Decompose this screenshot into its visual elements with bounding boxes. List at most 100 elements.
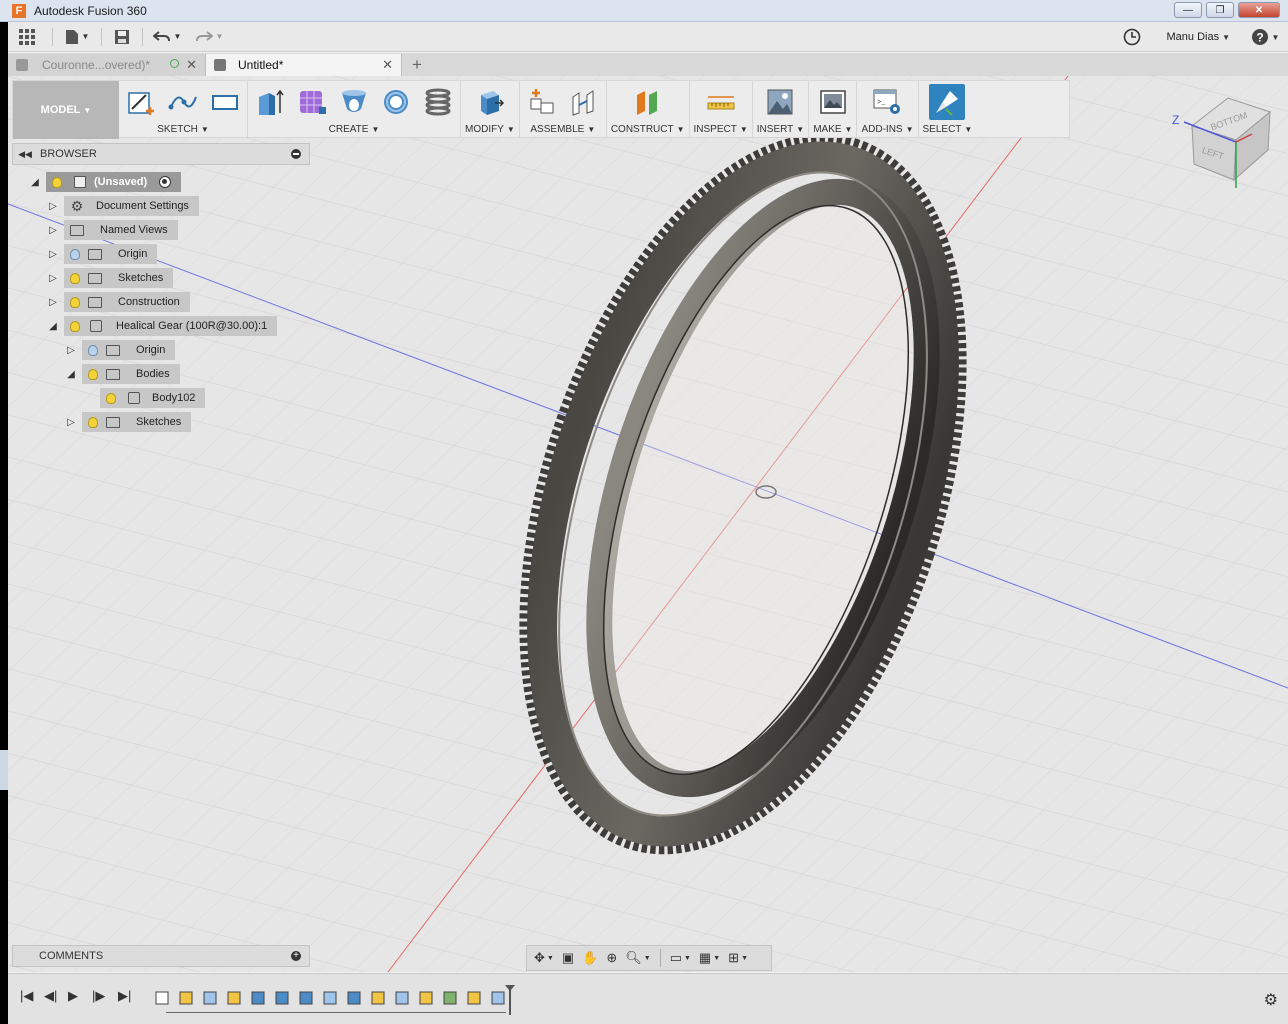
scripts-icon[interactable]: >_ bbox=[869, 84, 905, 120]
tab-untitled[interactable]: Untitled* ✕ bbox=[206, 54, 402, 76]
tree-item-unsaved[interactable]: ◢ (Unsaved) bbox=[28, 171, 182, 193]
make-label[interactable]: MAKE bbox=[813, 124, 841, 135]
comments-panel[interactable]: COMMENTS + bbox=[12, 945, 310, 967]
timeline-feature-icon[interactable] bbox=[178, 990, 194, 1006]
save-icon[interactable] bbox=[108, 22, 136, 52]
sketch-label[interactable]: SKETCH bbox=[157, 124, 198, 135]
visibility-bulb-icon[interactable] bbox=[68, 292, 82, 312]
timeline-feature-icon[interactable] bbox=[466, 990, 482, 1006]
tree-item-healical-gear[interactable]: ◢ Healical Gear (100R@30.00):1 bbox=[46, 315, 278, 337]
pan-icon[interactable]: ✋ bbox=[579, 947, 601, 969]
spline-icon[interactable] bbox=[165, 84, 201, 120]
look-at-icon[interactable]: ▣ bbox=[559, 947, 577, 969]
tree-item-gear-sketches[interactable]: ▷ Sketches bbox=[64, 411, 192, 433]
timeline-feature-icon[interactable] bbox=[370, 990, 386, 1006]
scene-canvas[interactable]: BOTTOM LEFT Z bbox=[8, 76, 1288, 972]
offset-plane-icon[interactable] bbox=[630, 84, 666, 120]
workspace-selector[interactable]: MODEL ▼ bbox=[13, 81, 119, 139]
close-button[interactable]: ✕ bbox=[1238, 2, 1280, 18]
orbit-icon[interactable]: ✥ ▼ bbox=[531, 947, 557, 969]
tree-item-gear-origin[interactable]: ▷ Origin bbox=[64, 339, 176, 361]
timeline-feature-icon[interactable] bbox=[250, 990, 266, 1006]
close-tab-icon[interactable]: ✕ bbox=[382, 57, 393, 73]
tree-item-construction[interactable]: ▷ Construction bbox=[46, 291, 190, 313]
timeline-feature-icon[interactable] bbox=[202, 990, 218, 1006]
modify-label[interactable]: MODIFY bbox=[465, 124, 504, 135]
minimize-button[interactable]: — bbox=[1174, 2, 1202, 18]
timeline-feature-icon[interactable] bbox=[346, 990, 362, 1006]
minimize-panel-icon[interactable] bbox=[291, 149, 301, 159]
undo-icon[interactable]: ▼ bbox=[149, 22, 185, 52]
joint-icon[interactable] bbox=[566, 84, 602, 120]
visibility-bulb-icon[interactable] bbox=[50, 172, 64, 192]
user-menu[interactable]: Manu Dias ▼ bbox=[1167, 31, 1231, 43]
timeline-feature-icon[interactable] bbox=[490, 990, 506, 1006]
expanded-arrow-icon[interactable]: ◢ bbox=[28, 175, 42, 189]
rectangle-icon[interactable] bbox=[207, 84, 243, 120]
new-tab-button[interactable]: + bbox=[406, 54, 428, 76]
help-icon[interactable]: ? ▼ bbox=[1248, 22, 1282, 52]
activate-component-icon[interactable] bbox=[159, 176, 172, 188]
collapsed-arrow-icon[interactable]: ▷ bbox=[46, 223, 60, 237]
insert-label[interactable]: INSERT bbox=[757, 124, 794, 135]
expanded-arrow-icon[interactable]: ◢ bbox=[64, 367, 78, 381]
inspect-label[interactable]: INSPECT bbox=[694, 124, 737, 135]
collapsed-arrow-icon[interactable]: ▷ bbox=[46, 295, 60, 309]
select-label[interactable]: SELECT bbox=[923, 124, 962, 135]
visibility-bulb-icon[interactable] bbox=[86, 340, 100, 360]
timeline-feature-icon[interactable] bbox=[418, 990, 434, 1006]
render-icon[interactable] bbox=[815, 84, 851, 120]
timeline-feature-icon[interactable] bbox=[298, 990, 314, 1006]
display-icon[interactable]: ▭ ▼ bbox=[667, 947, 694, 969]
timeline-feature-icon[interactable] bbox=[322, 990, 338, 1006]
visibility-bulb-icon[interactable] bbox=[104, 388, 118, 408]
zoom-icon[interactable]: ⊕ bbox=[603, 947, 620, 969]
timeline-feature-icon[interactable] bbox=[442, 990, 458, 1006]
visibility-bulb-icon[interactable] bbox=[68, 316, 82, 336]
3d-viewport[interactable]: BOTTOM LEFT Z bbox=[8, 76, 1288, 972]
tree-item-sketches[interactable]: ▷ Sketches bbox=[46, 267, 174, 289]
torus-icon[interactable] bbox=[378, 84, 414, 120]
first-icon[interactable]: |◀ bbox=[20, 988, 33, 1004]
collapsed-arrow-icon[interactable]: ▷ bbox=[46, 271, 60, 285]
visibility-bulb-icon[interactable] bbox=[86, 364, 100, 384]
timeline-feature-icon[interactable] bbox=[274, 990, 290, 1006]
expanded-arrow-icon[interactable]: ◢ bbox=[46, 319, 60, 333]
timeline-settings-icon[interactable]: ⚙ bbox=[1264, 990, 1278, 1010]
maximize-button[interactable]: ❐ bbox=[1206, 2, 1234, 18]
tree-item-bodies[interactable]: ◢ Bodies bbox=[64, 363, 180, 385]
addins-label[interactable]: ADD-INS bbox=[861, 124, 902, 135]
measure-icon[interactable] bbox=[703, 84, 739, 120]
hole-icon[interactable] bbox=[336, 84, 372, 120]
next-icon[interactable]: |▶ bbox=[92, 988, 105, 1004]
tab-couronne[interactable]: Couronne...overed)* ✕ bbox=[8, 54, 206, 76]
tree-item-document-settings[interactable]: ▷ ⚙ Document Settings bbox=[46, 195, 199, 217]
collapsed-arrow-icon[interactable]: ▷ bbox=[46, 247, 60, 261]
fit-icon[interactable]: 🔍︎ ▼ bbox=[622, 947, 653, 969]
tree-item-named-views[interactable]: ▷ Named Views bbox=[46, 219, 178, 241]
collapse-panel-icon[interactable]: ◀◀ bbox=[15, 149, 35, 160]
extrude-icon[interactable] bbox=[252, 84, 288, 120]
collapsed-arrow-icon[interactable]: ▷ bbox=[46, 199, 60, 213]
grid-settings-icon[interactable]: ▦ ▼ bbox=[696, 947, 723, 969]
redo-icon[interactable]: ▼ bbox=[191, 22, 227, 52]
timeline-feature-icon[interactable] bbox=[226, 990, 242, 1006]
prev-icon[interactable]: ◀| bbox=[44, 988, 57, 1004]
create-sketch-icon[interactable] bbox=[123, 84, 159, 120]
last-icon[interactable]: ▶| bbox=[118, 988, 131, 1004]
tree-item-origin[interactable]: ▷ Origin bbox=[46, 243, 158, 265]
select-brush-icon[interactable] bbox=[929, 84, 966, 120]
viewports-icon[interactable]: ⊞ ▼ bbox=[725, 947, 751, 969]
add-comment-icon[interactable]: + bbox=[291, 951, 301, 961]
collapsed-arrow-icon[interactable]: ▷ bbox=[64, 415, 78, 429]
visibility-bulb-icon[interactable] bbox=[86, 412, 100, 432]
tree-item-body102[interactable]: Body102 bbox=[100, 387, 206, 409]
collapsed-arrow-icon[interactable]: ▷ bbox=[64, 343, 78, 357]
form-icon[interactable] bbox=[294, 84, 330, 120]
insert-image-icon[interactable] bbox=[762, 84, 798, 120]
visibility-bulb-icon[interactable] bbox=[68, 268, 82, 288]
assemble-label[interactable]: ASSEMBLE bbox=[530, 124, 584, 135]
construct-label[interactable]: CONSTRUCT bbox=[611, 124, 674, 135]
coil-icon[interactable] bbox=[420, 84, 456, 120]
new-component-icon[interactable] bbox=[524, 84, 560, 120]
